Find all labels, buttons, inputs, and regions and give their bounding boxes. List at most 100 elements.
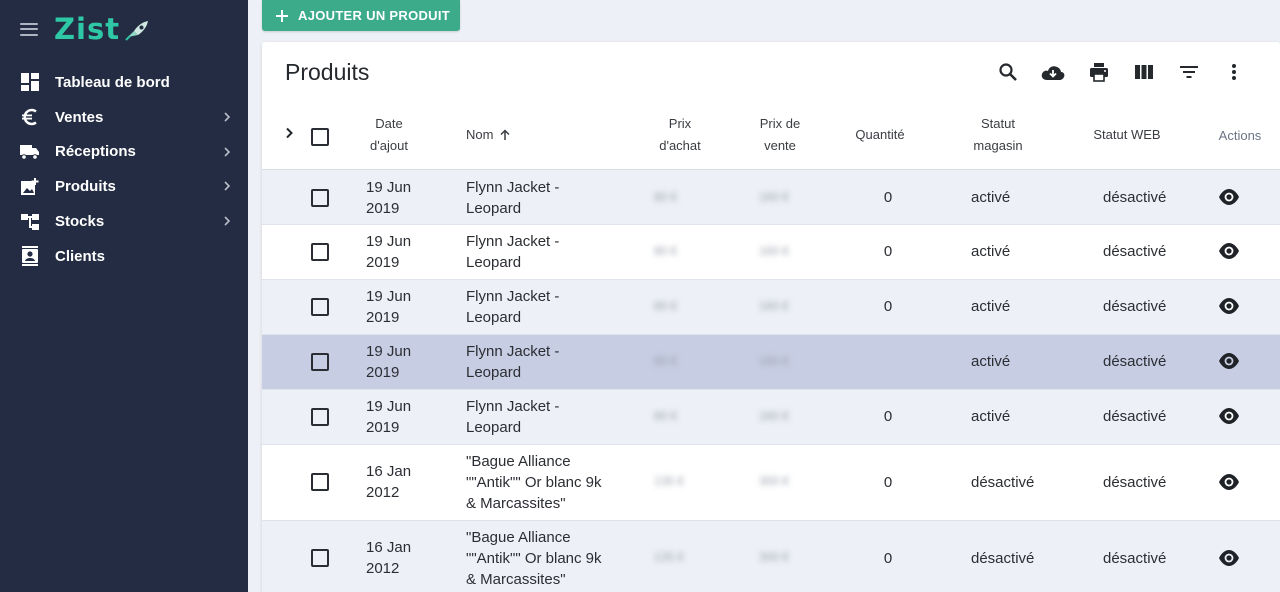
header-shop-status[interactable]: Statut magasin <box>958 113 1038 157</box>
row-checkbox[interactable] <box>311 473 329 491</box>
quantity-cell: 0 <box>883 408 893 425</box>
download-icon[interactable] <box>1041 60 1065 84</box>
dashboard-icon <box>20 72 40 92</box>
header-quantity[interactable]: Quantité <box>840 124 920 146</box>
header-date-line2: d'ajout <box>370 138 408 153</box>
date-cell: 19 Jun 2019 <box>366 343 412 381</box>
logo[interactable]: Zist <box>54 12 150 46</box>
header-actions: Actions <box>1218 128 1262 143</box>
table-row[interactable]: 19 Jun 2019 Flynn Jacket - Leopard 80 € 16… <box>262 335 1280 390</box>
row-checkbox[interactable] <box>311 353 329 371</box>
sidebar-item-ventes[interactable]: Ventes <box>0 100 248 135</box>
table-row[interactable]: 19 Jun 2019 Flynn Jacket - Leopard 80 € 16… <box>262 390 1280 445</box>
header-date-line1: Date <box>375 116 403 131</box>
search-icon[interactable] <box>996 60 1020 84</box>
row-checkbox[interactable] <box>311 549 329 567</box>
shop-status-cell: activé <box>971 189 1011 206</box>
buy-price-cell: 80 € <box>654 299 678 313</box>
sell-price-cell: 160 € <box>759 354 790 368</box>
shop-status-cell: activé <box>971 243 1011 260</box>
shop-status-cell: activé <box>971 353 1011 370</box>
sell-price-cell: 160 € <box>759 190 790 204</box>
web-status-cell: désactivé <box>1103 408 1167 425</box>
buy-price-cell: 80 € <box>654 190 678 204</box>
buy-price-cell: 80 € <box>654 409 678 423</box>
header-sell-price[interactable]: Prix de vente <box>740 113 820 157</box>
sidebar-item-label: Produits <box>55 178 116 196</box>
arrow-up-icon <box>500 129 510 140</box>
select-all-checkbox[interactable] <box>311 128 329 146</box>
table-row[interactable]: 19 Jun 2019 Flynn Jacket - Leopard 80 € 16… <box>262 225 1280 280</box>
shop-status-cell: désactivé <box>971 474 1035 491</box>
table-row[interactable]: 19 Jun 2019 Flynn Jacket - Leopard 80 € 16… <box>262 280 1280 335</box>
chevron-right-icon <box>224 216 231 226</box>
columns-icon[interactable] <box>1132 60 1156 84</box>
filter-icon[interactable] <box>1177 60 1201 84</box>
header-date[interactable]: Date d'ajout <box>349 113 429 157</box>
chevron-right-icon <box>224 112 231 122</box>
shop-status-cell: activé <box>971 408 1011 425</box>
sidebar-item-label: Ventes <box>55 108 104 126</box>
sidebar-item-tableau-de-bord[interactable]: Tableau de bord <box>0 65 248 100</box>
eye-icon[interactable] <box>1218 405 1240 427</box>
date-cell: 16 Jan 2012 <box>366 539 412 577</box>
web-status-cell: désactivé <box>1103 189 1167 206</box>
table-row[interactable]: 19 Jun 2019 Flynn Jacket - Leopard 80 € 16… <box>262 170 1280 225</box>
name-cell: "Bague Alliance ""Antik"" Or blanc 9k & Ma… <box>466 453 602 512</box>
plus-icon <box>276 9 288 22</box>
menu-icon[interactable] <box>20 22 38 36</box>
sidebar-item-produits[interactable]: Produits <box>0 169 248 204</box>
row-checkbox[interactable] <box>311 243 329 261</box>
quantity-cell: 0 <box>883 550 893 567</box>
euro-icon <box>20 107 40 127</box>
name-cell: Flynn Jacket - Leopard <box>466 179 560 217</box>
eye-icon[interactable] <box>1218 471 1240 493</box>
header-buy-price[interactable]: Prix d'achat <box>640 113 720 157</box>
date-cell: 19 Jun 2019 <box>366 398 412 436</box>
table-row[interactable]: 16 Jan 2012 "Bague Alliance ""Antik"" Or b… <box>262 445 1280 521</box>
add-photo-icon <box>20 177 40 197</box>
sell-price-cell: 160 € <box>759 409 790 423</box>
quantity-cell: 0 <box>883 243 893 260</box>
sidebar-item-stocks[interactable]: Stocks <box>0 204 248 239</box>
table-row[interactable]: 16 Jan 2012 "Bague Alliance ""Antik"" Or b… <box>262 521 1280 592</box>
sidebar-item-label: Réceptions <box>55 143 136 161</box>
row-checkbox[interactable] <box>311 189 329 207</box>
stock-tree-icon <box>20 212 40 232</box>
buy-price-cell: 135 € <box>654 550 685 564</box>
name-cell: Flynn Jacket - Leopard <box>466 288 560 326</box>
name-cell: "Bague Alliance ""Antik"" Or blanc 9k & Ma… <box>466 529 602 588</box>
eye-icon[interactable] <box>1218 295 1240 317</box>
eye-icon[interactable] <box>1218 350 1240 372</box>
header-shop-line1: Statut <box>981 116 1015 131</box>
print-icon[interactable] <box>1087 60 1111 84</box>
row-checkbox[interactable] <box>311 408 329 426</box>
buy-price-cell: 135 € <box>654 474 685 488</box>
name-cell: Flynn Jacket - Leopard <box>466 398 560 436</box>
eye-icon[interactable] <box>1218 240 1240 262</box>
sell-price-cell: 300 € <box>759 474 790 488</box>
header-shop-line2: magasin <box>973 138 1023 153</box>
buy-price-cell: 80 € <box>654 244 678 258</box>
sidebar-header: Zist <box>20 12 150 46</box>
more-vert-icon[interactable] <box>1222 60 1246 84</box>
eye-icon[interactable] <box>1218 547 1240 569</box>
row-checkbox[interactable] <box>311 298 329 316</box>
rocket-icon <box>125 21 149 41</box>
buy-price-cell: 80 € <box>654 354 678 368</box>
sidebar-item-receptions[interactable]: Réceptions <box>0 135 248 170</box>
quantity-cell: 0 <box>883 189 893 206</box>
sidebar-item-clients[interactable]: Clients <box>0 239 248 274</box>
header-buy-line1: Prix <box>668 116 692 131</box>
sidebar-nav: Tableau de bord Ventes Réceptions Produi… <box>0 65 248 274</box>
header-name[interactable]: Nom <box>466 124 511 146</box>
header-name-label: Nom <box>466 127 494 142</box>
sidebar-item-label: Tableau de bord <box>55 73 170 91</box>
add-product-button[interactable]: AJOUTER UN PRODUIT <box>262 0 460 31</box>
header-web-status[interactable]: Statut WEB <box>1082 124 1172 146</box>
chevron-right-icon[interactable] <box>282 126 296 140</box>
sell-price-cell: 300 € <box>759 550 790 564</box>
eye-icon[interactable] <box>1218 186 1240 208</box>
web-status-cell: désactivé <box>1103 353 1167 370</box>
date-cell: 16 Jan 2012 <box>366 463 412 501</box>
